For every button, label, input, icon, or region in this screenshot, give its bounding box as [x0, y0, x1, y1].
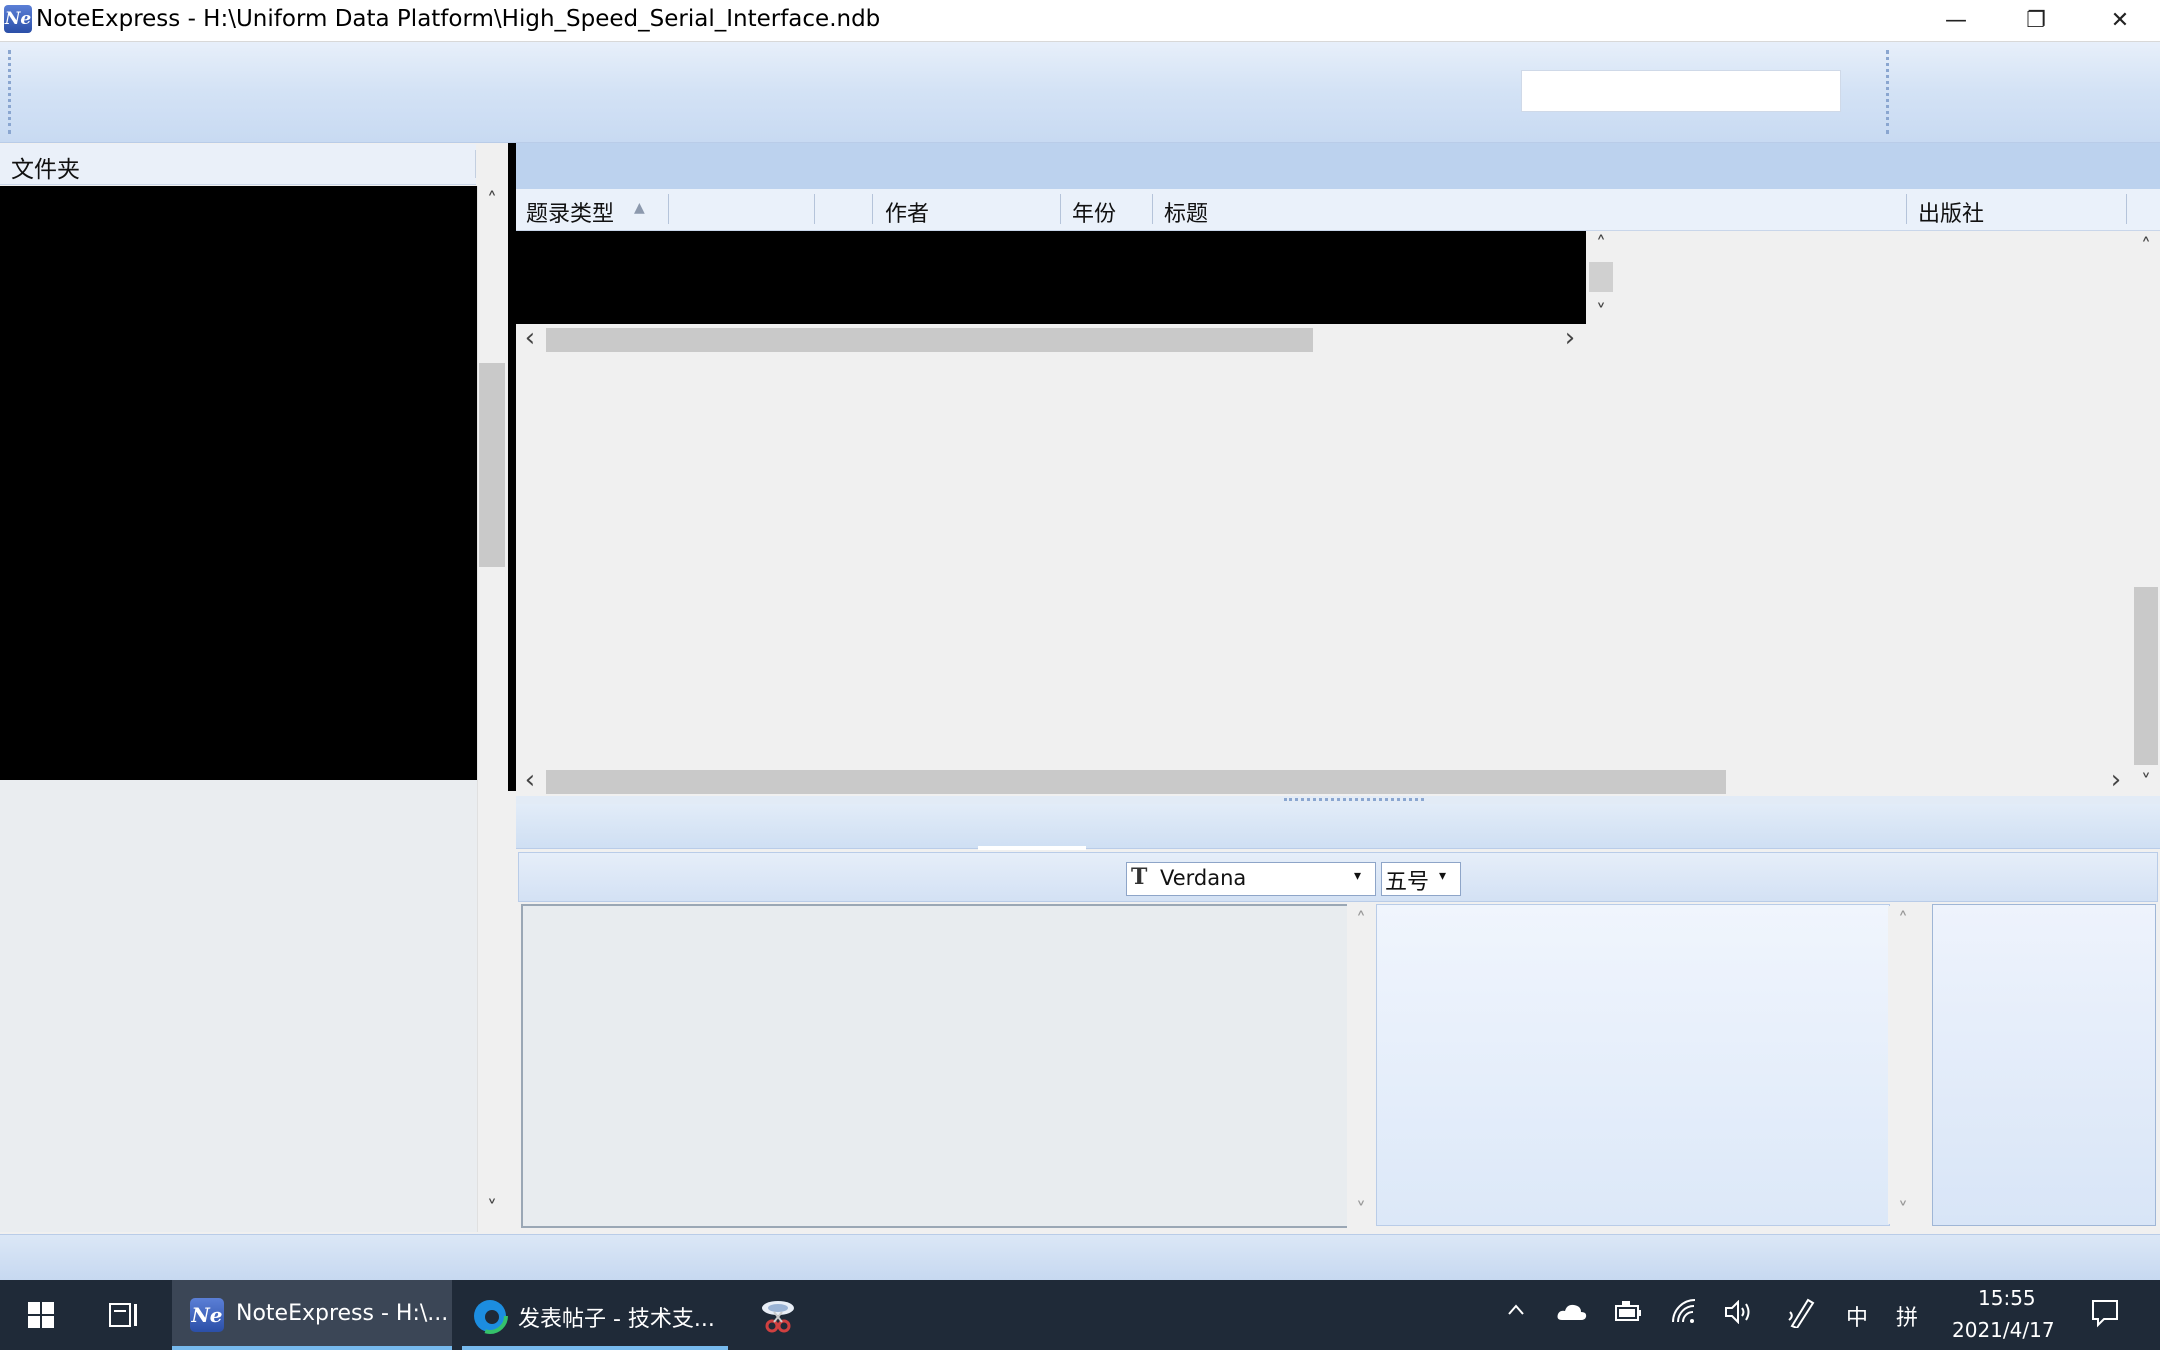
- edge-browser-icon: [472, 1298, 508, 1334]
- chevron-down-icon[interactable]: ▾: [1354, 868, 1361, 884]
- detail-tab-active[interactable]: [978, 846, 1086, 850]
- note-editor-textarea[interactable]: [521, 904, 1347, 1228]
- pane-splitter[interactable]: [508, 143, 516, 791]
- column-header-author[interactable]: 作者: [885, 196, 929, 228]
- column-divider[interactable]: [1152, 194, 1153, 224]
- restore-button[interactable]: ❐: [1996, 0, 2076, 41]
- taskbar-app-label: 发表帖子 - 技术支...: [518, 1307, 715, 1332]
- folder-scrollbar[interactable]: [477, 186, 508, 1232]
- reference-list-empty-area: [516, 354, 2132, 766]
- list-column-header: [516, 189, 2160, 231]
- close-button[interactable]: ✕: [2080, 0, 2160, 41]
- column-divider[interactable]: [668, 194, 669, 224]
- onedrive-cloud-icon[interactable]: [1556, 1302, 1588, 1326]
- preview-scroll-up-icon[interactable]: ˄: [1893, 910, 1913, 930]
- snipping-tool-icon[interactable]: [758, 1296, 798, 1336]
- column-divider[interactable]: [1060, 194, 1061, 224]
- column-divider[interactable]: [2126, 194, 2127, 224]
- folder-scroll-thumb[interactable]: [479, 363, 505, 567]
- ime-language-indicator[interactable]: 中: [1846, 1300, 1868, 1332]
- toolbar-grip-right[interactable]: [1886, 50, 1892, 134]
- taskbar-open-indicator: [462, 1346, 728, 1350]
- tray-overflow-chevron-icon[interactable]: [1506, 1300, 1526, 1326]
- inner-scroll-left-icon[interactable]: ‹: [520, 325, 540, 351]
- font-family-value: Verdana: [1160, 866, 1247, 890]
- list-scroll-up-icon[interactable]: ˄: [2136, 236, 2156, 256]
- pen-ink-icon[interactable]: [1786, 1296, 1816, 1332]
- minimize-button[interactable]: —: [1916, 0, 1996, 41]
- notification-center-icon[interactable]: [2090, 1298, 2120, 1332]
- folder-scroll-down-icon[interactable]: ˅: [482, 1198, 502, 1218]
- clock-date[interactable]: 2021/4/17: [1952, 1318, 2055, 1342]
- chevron-down-icon[interactable]: ▾: [1439, 868, 1446, 884]
- windows-start-icon[interactable]: [28, 1302, 54, 1328]
- column-header-year[interactable]: 年份: [1072, 196, 1116, 228]
- font-size-value: 五号: [1385, 870, 1430, 895]
- volume-icon[interactable]: [1724, 1299, 1754, 1328]
- folder-pane-title: 文件夹: [11, 157, 80, 183]
- status-bar: [0, 1234, 2160, 1281]
- noteexpress-app-icon: Ne: [190, 1298, 224, 1332]
- taskbar-app-label: NoteExpress - H:\...: [236, 1301, 449, 1326]
- editor-scrollbar[interactable]: [1347, 906, 1375, 1224]
- folder-scroll-up-icon[interactable]: ˄: [482, 190, 502, 210]
- taskbar-active-indicator: [172, 1346, 452, 1350]
- column-divider[interactable]: [1906, 194, 1907, 224]
- wifi-icon[interactable]: [1670, 1298, 1700, 1330]
- preview-scroll-down-icon[interactable]: ˅: [1893, 1200, 1913, 1220]
- list-horizontal-scroll-thumb[interactable]: [546, 770, 1726, 794]
- reference-list-rows[interactable]: [516, 231, 1586, 324]
- window-title: NoteExpress - H:\Uniform Data Platform\H…: [36, 6, 881, 32]
- app-logo-icon: Ne: [4, 5, 32, 33]
- preview-scrollbar[interactable]: [1888, 906, 1918, 1224]
- preview-pane: [1376, 904, 1890, 1226]
- column-header-title[interactable]: 标题: [1164, 196, 1208, 228]
- clock-time[interactable]: 15:55: [1978, 1286, 2036, 1310]
- inner-vertical-scroll-thumb[interactable]: [1589, 262, 1613, 292]
- editor-scroll-up-icon[interactable]: ˄: [1351, 910, 1371, 930]
- task-view-icon[interactable]: [108, 1300, 140, 1330]
- inner-scroll-up-icon[interactable]: ˄: [1591, 234, 1611, 254]
- editor-scroll-down-icon[interactable]: ˅: [1351, 1200, 1371, 1220]
- inner-scroll-right-icon[interactable]: ›: [1560, 325, 1580, 351]
- list-scroll-left-icon[interactable]: ‹: [520, 767, 540, 793]
- detail-tab-strip[interactable]: [516, 804, 2160, 849]
- search-input[interactable]: [1521, 70, 1841, 112]
- column-divider[interactable]: [814, 194, 815, 224]
- font-icon: T: [1131, 864, 1148, 890]
- folder-tree[interactable]: [0, 186, 477, 780]
- folder-header-divider: [475, 150, 476, 178]
- list-group-band: [516, 143, 2160, 189]
- ime-mode-indicator[interactable]: 拼: [1896, 1300, 1918, 1332]
- folder-tree-empty-area: [0, 780, 477, 1232]
- column-divider[interactable]: [872, 194, 873, 224]
- inner-scroll-down-icon[interactable]: ˅: [1591, 302, 1611, 322]
- list-scroll-right-icon[interactable]: ›: [2106, 767, 2126, 793]
- column-header-type[interactable]: 题录类型: [526, 196, 614, 228]
- column-header-publisher[interactable]: 出版社: [1918, 196, 1984, 228]
- splitter-grip[interactable]: [1284, 798, 1424, 801]
- list-scroll-down-icon[interactable]: ˅: [2136, 772, 2156, 792]
- toolbar-grip-left[interactable]: [8, 50, 14, 134]
- sort-ascending-icon: ▲: [634, 200, 645, 216]
- battery-charging-icon[interactable]: [1614, 1300, 1644, 1328]
- list-vertical-scroll-thumb[interactable]: [2134, 587, 2158, 765]
- side-info-pane: [1932, 904, 2156, 1226]
- inner-horizontal-scroll-thumb[interactable]: [546, 328, 1313, 352]
